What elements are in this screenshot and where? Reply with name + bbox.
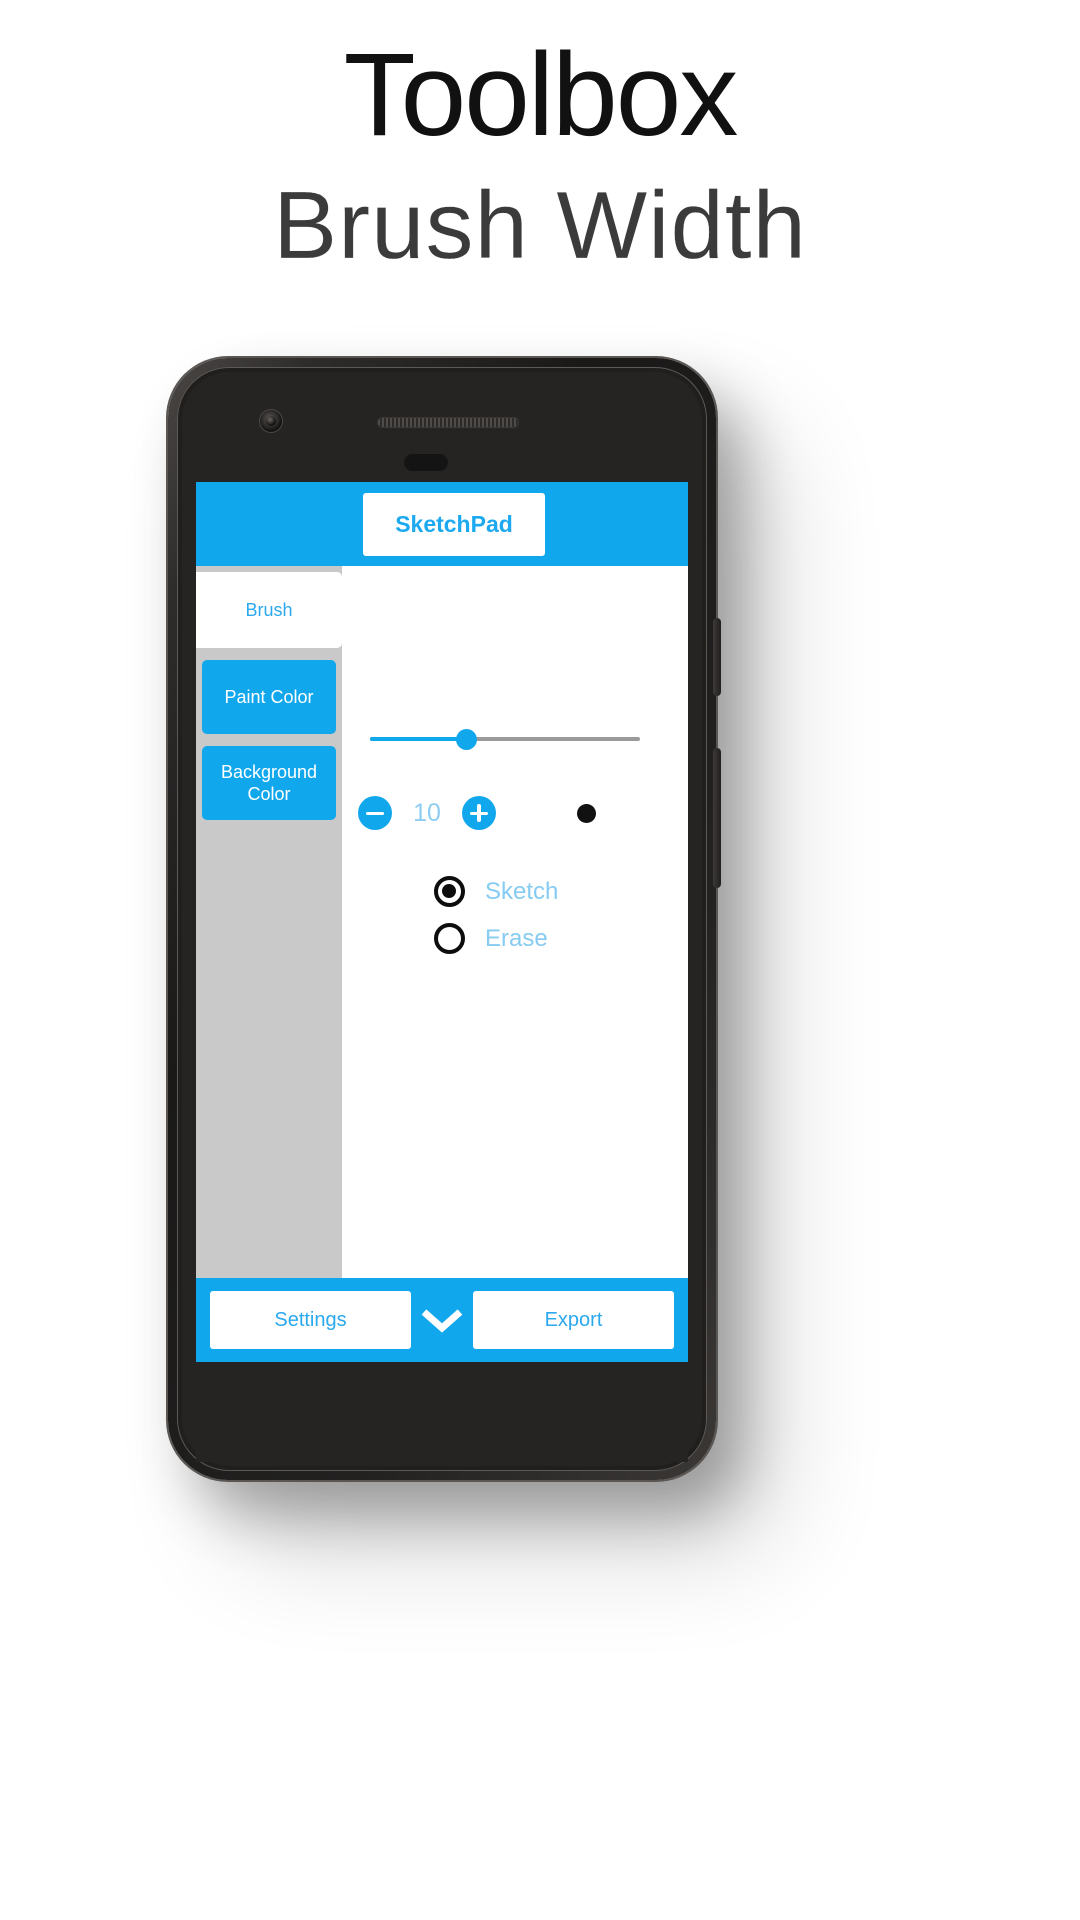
chevron-down-icon	[421, 1309, 463, 1333]
earpiece-speaker-icon	[378, 418, 518, 427]
phone-front-face: SketchPad Brush Paint Color Background C…	[182, 372, 702, 1466]
app-footer: Settings Export	[196, 1278, 688, 1362]
sidebar-item-paint-color[interactable]: Paint Color	[202, 660, 336, 734]
brush-preview-dot-icon	[576, 803, 596, 823]
volume-button[interactable]	[713, 748, 721, 888]
sidebar-item-background-color[interactable]: Background Color	[202, 746, 336, 820]
increment-button[interactable]	[462, 796, 496, 830]
brush-width-slider[interactable]	[370, 724, 640, 754]
export-button[interactable]: Export	[473, 1291, 674, 1349]
phone-screen: SketchPad Brush Paint Color Background C…	[196, 482, 688, 1362]
app-title-button[interactable]: SketchPad	[363, 492, 545, 556]
page-subtitle: Brush Width	[273, 172, 807, 279]
page-title: Toolbox	[343, 29, 739, 161]
decrement-button[interactable]	[358, 796, 392, 830]
expand-toolbar-button[interactable]	[411, 1305, 473, 1335]
sidebar-item-brush[interactable]: Brush	[196, 572, 342, 648]
phone-mockup: SketchPad Brush Paint Color Background C…	[168, 358, 721, 1480]
settings-button[interactable]: Settings	[210, 1291, 411, 1349]
brush-width-value: 10	[413, 798, 441, 827]
slider-thumb[interactable]	[456, 729, 477, 750]
app-body: Brush Paint Color Background Color 10 Sk…	[196, 566, 688, 1278]
brush-preview	[496, 803, 650, 823]
brush-width-stepper: 10	[358, 791, 650, 835]
power-button[interactable]	[713, 618, 721, 696]
phone-inner-frame: SketchPad Brush Paint Color Background C…	[177, 367, 707, 1471]
front-camera-icon	[260, 410, 282, 432]
brush-mode-radio-group: Sketch Erase	[434, 876, 558, 970]
app-header: SketchPad	[196, 482, 688, 566]
promo-header: Toolbox Brush Width	[0, 0, 1080, 277]
radio-option-sketch[interactable]: Sketch	[434, 876, 558, 907]
brush-panel: 10 Sketch Erase	[342, 566, 688, 1278]
phone-bottom-bezel	[196, 1362, 688, 1462]
radio-button-erase-icon[interactable]	[434, 923, 465, 954]
radio-option-erase[interactable]: Erase	[434, 923, 558, 954]
slider-fill	[370, 737, 468, 741]
sidebar: Brush Paint Color Background Color	[196, 566, 342, 1278]
proximity-sensor-icon	[404, 454, 448, 471]
radio-label-sketch: Sketch	[485, 877, 559, 905]
minus-icon	[366, 811, 384, 815]
radio-label-erase: Erase	[485, 924, 548, 952]
radio-button-sketch-icon[interactable]	[434, 876, 465, 907]
plus-icon-vertical	[477, 804, 481, 822]
